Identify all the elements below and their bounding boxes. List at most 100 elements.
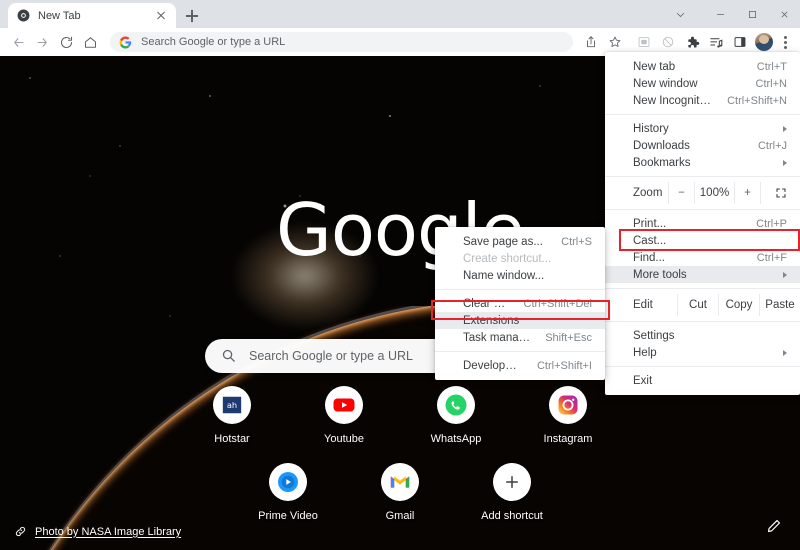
paste-button[interactable]: Paste <box>759 294 800 316</box>
menu-item-label: New tab <box>633 60 676 73</box>
menu-item-new-window[interactable]: New window Ctrl+N <box>605 75 800 92</box>
tab-new-tab[interactable]: New Tab <box>8 3 176 28</box>
menu-separator <box>605 176 800 177</box>
zoom-level-value: 100% <box>694 182 734 204</box>
window-controls <box>664 0 800 28</box>
side-panel-icon[interactable] <box>729 31 751 53</box>
menu-item-accel: Ctrl+Shift+Del <box>523 297 592 310</box>
whatsapp-icon <box>437 386 475 424</box>
menu-item-label: Downloads <box>633 139 690 152</box>
menu-item-find[interactable]: Find... Ctrl+F <box>605 249 800 266</box>
menu-item-exit[interactable]: Exit <box>605 372 800 389</box>
search-icon <box>221 348 237 364</box>
shortcut-whatsapp[interactable]: WhatsApp <box>420 386 492 445</box>
zoom-in-button[interactable]: + <box>734 182 760 204</box>
chevron-right-icon <box>783 125 787 132</box>
menu-separator <box>435 351 605 352</box>
plus-icon <box>493 463 531 501</box>
menu-item-label: Print... <box>633 217 667 230</box>
google-g-icon <box>119 36 132 49</box>
shortcut-hotstar[interactable]: ah Hotstar <box>196 386 268 445</box>
menu-item-save-page-as[interactable]: Save page as... Ctrl+S <box>435 233 605 250</box>
zoom-out-button[interactable]: − <box>668 182 694 204</box>
menu-item-label: Extensions <box>463 314 520 327</box>
menu-item-help[interactable]: Help <box>605 344 800 361</box>
menu-item-settings[interactable]: Settings <box>605 327 800 344</box>
menu-item-accel: Ctrl+J <box>757 139 787 152</box>
address-bar-placeholder: Search Google or type a URL <box>141 36 286 48</box>
menu-item-label: Find... <box>633 251 665 264</box>
menu-item-label: Save page as... <box>463 235 543 248</box>
more-tools-submenu: Save page as... Ctrl+S Create shortcut..… <box>435 227 605 380</box>
menu-item-label: New window <box>633 77 698 90</box>
menu-separator <box>605 114 800 115</box>
fullscreen-icon[interactable] <box>760 182 800 204</box>
menu-item-downloads[interactable]: Downloads Ctrl+J <box>605 137 800 154</box>
menu-item-label: More tools <box>633 268 687 281</box>
attribution-text: Photo by NASA Image Library <box>35 525 182 538</box>
menu-item-label: History <box>633 122 669 135</box>
home-icon[interactable] <box>78 30 102 54</box>
menu-item-label: Clear browsing data... <box>463 297 510 310</box>
cut-button[interactable]: Cut <box>677 294 718 316</box>
close-icon[interactable] <box>154 9 168 23</box>
minimize-icon[interactable] <box>704 0 736 28</box>
tab-strip: New Tab <box>0 0 800 28</box>
reload-icon[interactable] <box>54 30 78 54</box>
menu-separator <box>605 321 800 322</box>
chrome-main-menu: New tab Ctrl+T New window Ctrl+N New Inc… <box>605 52 800 395</box>
menu-item-name-window[interactable]: Name window... <box>435 267 605 284</box>
close-window-icon[interactable] <box>768 0 800 28</box>
menu-zoom-row: Zoom − 100% + <box>605 182 800 204</box>
share-icon[interactable] <box>580 31 602 53</box>
zoom-label: Zoom <box>633 187 663 199</box>
menu-item-accel: Ctrl+Shift+N <box>727 94 787 107</box>
shortcut-youtube[interactable]: Youtube <box>308 386 380 445</box>
reading-list-icon[interactable] <box>705 31 727 53</box>
menu-item-new-incognito-window[interactable]: New Incognito window Ctrl+Shift+N <box>605 92 800 109</box>
menu-item-developer-tools[interactable]: Developer tools Ctrl+Shift+I <box>435 357 605 374</box>
shortcut-label: Add shortcut <box>481 510 543 522</box>
new-tab-button[interactable] <box>182 6 202 26</box>
avatar[interactable] <box>753 31 775 53</box>
menu-item-accel: Ctrl+N <box>755 77 787 90</box>
address-bar[interactable]: Search Google or type a URL <box>110 32 573 52</box>
media-cast-icon[interactable] <box>633 31 655 53</box>
menu-item-label: Task manager <box>463 331 532 344</box>
forward-arrow-icon[interactable] <box>30 30 54 54</box>
link-icon <box>14 525 27 538</box>
chevron-right-icon <box>783 349 787 356</box>
extensions-puzzle-icon[interactable] <box>681 31 703 53</box>
shortcut-label: Instagram <box>543 433 593 445</box>
shortcut-prime-video[interactable]: Prime Video <box>252 463 324 522</box>
menu-item-new-tab[interactable]: New tab Ctrl+T <box>605 58 800 75</box>
menu-item-label: Exit <box>633 374 653 387</box>
photo-attribution-link[interactable]: Photo by NASA Image Library <box>14 525 181 538</box>
copy-button[interactable]: Copy <box>718 294 759 316</box>
menu-item-history[interactable]: History <box>605 120 800 137</box>
chevron-right-icon <box>783 159 787 166</box>
shortcut-add[interactable]: Add shortcut <box>476 463 548 522</box>
shortcut-gmail[interactable]: Gmail <box>364 463 436 522</box>
menu-item-task-manager[interactable]: Task manager Shift+Esc <box>435 329 605 346</box>
bookmark-star-icon[interactable] <box>604 31 626 53</box>
menu-item-more-tools[interactable]: More tools <box>605 266 800 283</box>
pencil-icon[interactable] <box>766 518 786 538</box>
menu-item-clear-browsing-data[interactable]: Clear browsing data... Ctrl+Shift+Del <box>435 295 605 312</box>
chevron-down-icon[interactable] <box>664 0 696 28</box>
menu-separator <box>605 288 800 289</box>
menu-item-bookmarks[interactable]: Bookmarks <box>605 154 800 171</box>
menu-separator <box>435 289 605 290</box>
menu-separator <box>605 366 800 367</box>
chrome-menu-button[interactable] <box>776 31 794 53</box>
back-arrow-icon[interactable] <box>6 30 30 54</box>
shortcut-label: WhatsApp <box>430 433 482 445</box>
menu-item-print[interactable]: Print... Ctrl+P <box>605 215 800 232</box>
menu-item-cast[interactable]: Cast... <box>605 232 800 249</box>
blocked-icon[interactable] <box>657 31 679 53</box>
shortcut-instagram[interactable]: Instagram <box>532 386 604 445</box>
menu-item-extensions[interactable]: Extensions <box>435 312 605 329</box>
maximize-icon[interactable] <box>736 0 768 28</box>
search-placeholder: Search Google or type a URL <box>249 349 413 363</box>
shortcuts-grid: ah Hotstar Youtube WhatsApp Instagram Pr… <box>0 386 800 522</box>
